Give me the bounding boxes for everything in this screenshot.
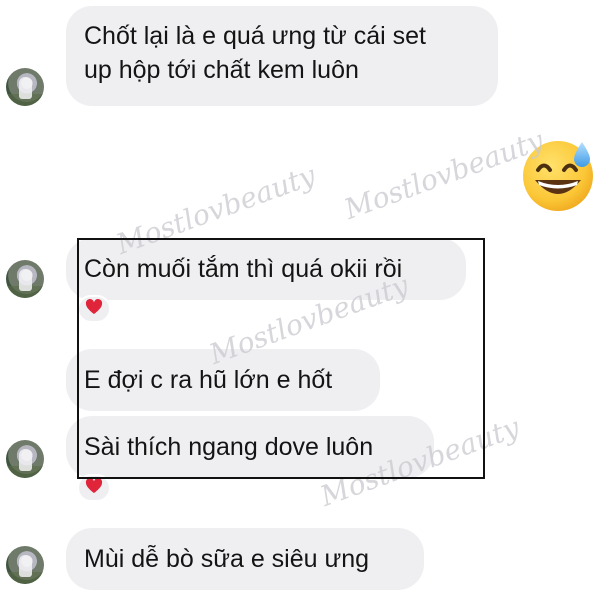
reaction-badge[interactable]	[77, 474, 111, 502]
message-bubble[interactable]: Chốt lại là e quá ưng từ cái set up hộp …	[66, 6, 498, 106]
message-text: Còn muối tắm thì quá okii rồi	[84, 255, 403, 283]
message-bubble[interactable]: Mùi dễ bò sữa e siêu ưng	[66, 528, 424, 590]
reaction-badge[interactable]	[77, 295, 111, 323]
heart-icon	[85, 298, 103, 320]
avatar[interactable]	[6, 546, 44, 584]
avatar[interactable]	[6, 68, 44, 106]
message-bubble[interactable]: E đợi c ra hũ lớn e hốt	[66, 349, 380, 411]
grinning-face-with-sweat-icon[interactable]	[520, 136, 598, 214]
avatar-figure	[19, 555, 32, 577]
avatar[interactable]	[6, 440, 44, 478]
message-text: Sài thích ngang dove luôn	[84, 433, 374, 461]
avatar[interactable]	[6, 260, 44, 298]
message-text: Mùi dễ bò sữa e siêu ưng	[84, 545, 370, 573]
heart-icon	[85, 477, 103, 499]
avatar-figure	[19, 269, 32, 291]
message-bubble[interactable]: Sài thích ngang dove luôn	[66, 416, 434, 478]
message-text-line: up hộp tới chất kem luôn	[84, 56, 359, 84]
message-text: E đợi c ra hũ lớn e hốt	[84, 366, 333, 394]
message-text-line: Chốt lại là e quá ưng từ cái set	[84, 22, 426, 50]
avatar-figure	[19, 449, 32, 471]
avatar-figure	[19, 77, 32, 99]
message-bubble[interactable]: Còn muối tắm thì quá okii rồi	[66, 238, 466, 300]
watermark: Mostlovbeauty	[340, 123, 548, 227]
